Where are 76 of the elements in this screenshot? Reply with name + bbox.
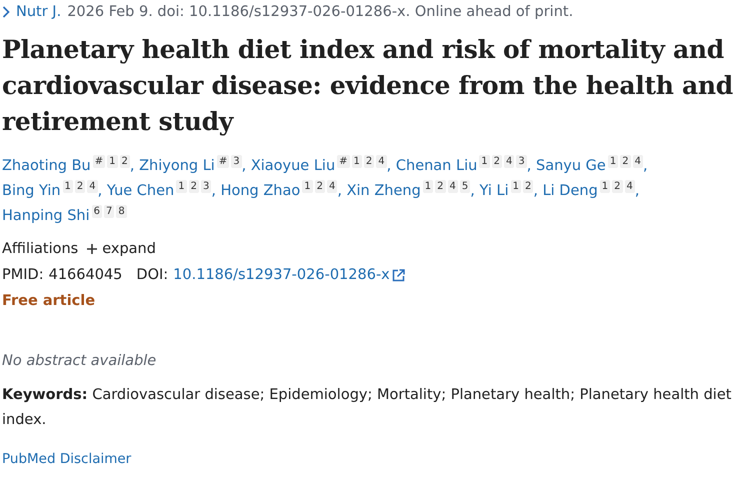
affiliation-number[interactable]: 1 <box>62 180 73 193</box>
affiliation-number[interactable]: # <box>337 155 350 168</box>
affiliation-number[interactable]: 1 <box>302 180 313 193</box>
affiliation-number[interactable]: 2 <box>612 180 623 193</box>
affiliation-number[interactable]: 8 <box>116 205 127 218</box>
affiliation-number[interactable]: 1 <box>176 180 187 193</box>
author-link[interactable]: Hanping Shi <box>2 208 90 224</box>
affiliation-number[interactable]: 1 <box>608 155 618 168</box>
affiliation-number[interactable]: 2 <box>120 155 130 168</box>
keywords-text: Keywords: Cardiovascular disease; Epidemiology; Mortality; Planetary health; Planetary health diet index. <box>2 386 732 430</box>
author-link[interactable]: Yi Li <box>480 183 509 199</box>
affiliations-label: Affiliations <box>2 241 78 257</box>
affiliation-number[interactable]: 4 <box>632 155 643 168</box>
author-link[interactable]: Zhaoting Bu <box>2 158 91 174</box>
affiliation-number[interactable]: 3 <box>231 155 242 168</box>
article-title: Planetary health diet index and risk of mortality and cardiovascular disease: evidence from the health and retirement study <box>2 34 734 138</box>
affiliation-number[interactable]: 7 <box>104 205 114 218</box>
affiliation-number[interactable]: 2 <box>314 180 325 193</box>
affiliation-number[interactable]: 2 <box>435 180 446 193</box>
comma: , <box>526 158 532 174</box>
affiliation-number[interactable]: 4 <box>87 180 98 193</box>
author-link[interactable]: Bing Yin <box>2 183 61 199</box>
affiliation-number[interactable]: 2 <box>492 155 502 168</box>
affiliation-number[interactable]: 6 <box>92 205 102 218</box>
affiliation-number[interactable]: 3 <box>200 180 212 193</box>
affiliation-number[interactable]: 2 <box>188 180 199 193</box>
comma: , <box>337 183 342 199</box>
external-link-icon <box>392 268 405 282</box>
disclaimer-link[interactable]: PubMed Disclaimer <box>2 451 132 467</box>
author-link[interactable]: Hong Zhao <box>220 183 300 199</box>
affiliation-number[interactable]: 3 <box>516 155 527 168</box>
author-link[interactable]: Li Deng <box>542 183 598 199</box>
affiliation-number[interactable]: 4 <box>624 180 635 193</box>
affiliation-number[interactable]: 4 <box>327 180 338 193</box>
affiliation-number[interactable]: # <box>92 155 106 168</box>
comma: , <box>98 183 102 199</box>
pmid-value: 41664045 <box>48 267 122 283</box>
author-link[interactable]: Xin Zheng <box>346 183 421 199</box>
affiliation-number[interactable]: 2 <box>364 155 374 168</box>
affiliation-number[interactable]: 4 <box>448 180 458 193</box>
comma: , <box>386 158 392 174</box>
chevron-right-icon <box>2 6 10 18</box>
comma: , <box>130 158 134 174</box>
affiliation-number[interactable]: 1 <box>352 155 362 168</box>
affiliation-number[interactable]: 4 <box>504 155 514 168</box>
comma: , <box>242 158 246 174</box>
affiliation-number[interactable]: 1 <box>510 180 521 193</box>
affiliation-number[interactable]: # <box>216 155 230 168</box>
expand-toggle[interactable]: expand <box>86 241 156 257</box>
affiliation-number[interactable]: 1 <box>107 155 118 168</box>
author-link[interactable]: Zhiyong Li <box>139 158 215 174</box>
affiliation-number[interactable]: 5 <box>460 180 470 193</box>
affiliation-number[interactable]: 1 <box>600 180 610 193</box>
affiliation-number[interactable]: 2 <box>522 180 534 193</box>
affiliation-number[interactable]: 2 <box>74 180 86 193</box>
author-link[interactable]: Xiaoyue Liu <box>250 158 336 174</box>
abstract-note: No abstract available <box>2 353 158 369</box>
affiliation-number[interactable]: 4 <box>376 155 387 168</box>
citation-details: 2026 Feb 9. doi: 10.1186/s12937-026-01286-x. Online ahead of print. <box>67 4 574 20</box>
pmid-label: PMID: <box>2 267 44 283</box>
author-link[interactable]: Yue Chen <box>106 183 174 199</box>
affiliation-number[interactable]: 1 <box>422 180 434 193</box>
affiliation-number[interactable]: 2 <box>620 155 631 168</box>
comma: , <box>634 183 640 199</box>
doi-label: DOI: <box>136 267 168 283</box>
comma: , <box>642 158 648 174</box>
author-link[interactable]: Sanyu Ge <box>536 158 606 174</box>
doi-link[interactable]: 10.1186/s12937-026-01286-x <box>173 267 390 283</box>
affiliation-number[interactable]: 1 <box>479 155 490 168</box>
comma: , <box>211 183 216 199</box>
author-link[interactable]: Chenan Liu <box>396 158 478 174</box>
comma: , <box>533 183 538 199</box>
free-article-label: Free article <box>2 293 96 309</box>
comma: , <box>470 183 475 199</box>
plus-icon <box>86 243 98 255</box>
journal-link[interactable]: Nutr J. <box>16 4 62 20</box>
